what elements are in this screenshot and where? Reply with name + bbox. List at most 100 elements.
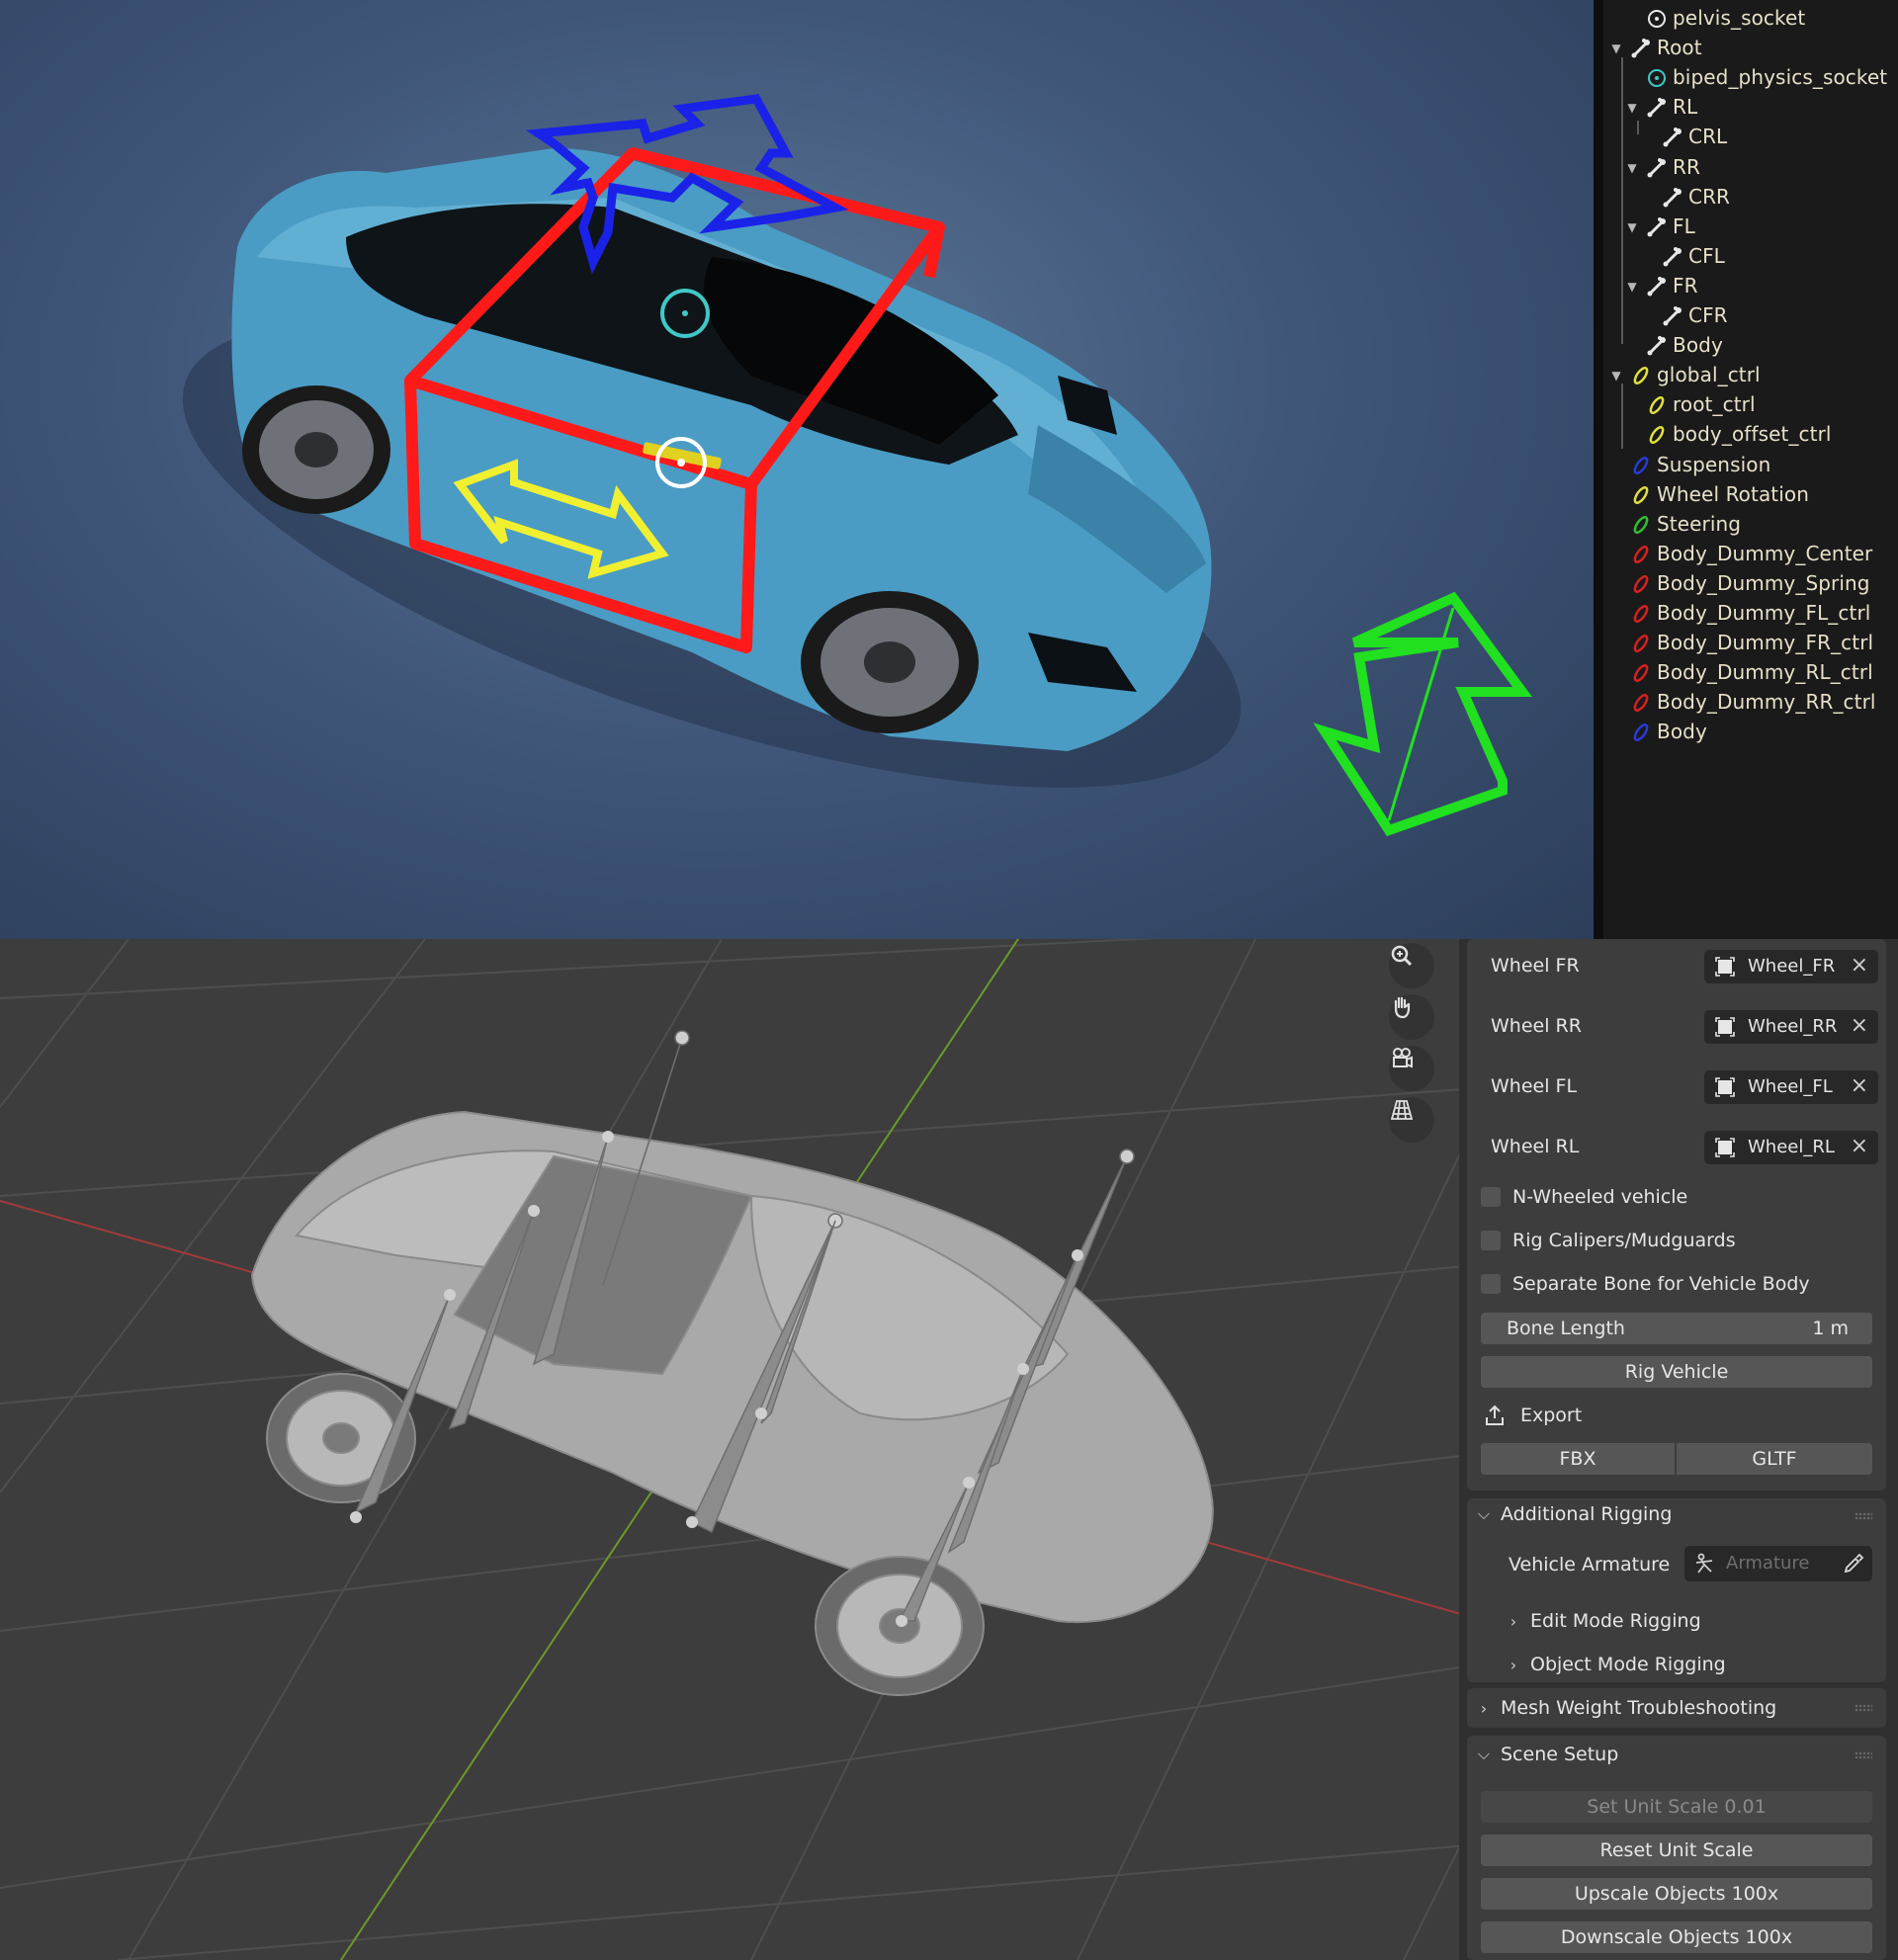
wheel-field-row: Wheel RL Wheel_RL × bbox=[1481, 1124, 1886, 1171]
clear-x-icon[interactable]: × bbox=[1851, 1073, 1868, 1098]
wheel-object-name: Wheel_FL bbox=[1748, 1076, 1833, 1097]
export-label: Export bbox=[1520, 1405, 1583, 1426]
mesh-weight-header[interactable]: › Mesh Weight Troubleshooting bbox=[1473, 1690, 1776, 1726]
outliner-item[interactable]: ▼ FR bbox=[1603, 272, 1898, 301]
wheel-object-picker[interactable]: Wheel_FL × bbox=[1704, 1070, 1878, 1104]
expand-arrow-icon[interactable]: ▼ bbox=[1609, 42, 1623, 55]
gltf-export-button[interactable]: GLTF bbox=[1677, 1443, 1872, 1475]
rig-calipers-toggle[interactable]: Rig Calipers/Mudguards bbox=[1481, 1226, 1736, 1255]
expand-arrow-icon[interactable]: ▼ bbox=[1625, 161, 1639, 175]
chevron-right-icon: › bbox=[1480, 1698, 1488, 1718]
bone-icon bbox=[1645, 156, 1669, 180]
control-shape-icon bbox=[1629, 661, 1653, 685]
object-icon bbox=[1715, 957, 1735, 977]
wheel-label: Wheel RL bbox=[1491, 1136, 1580, 1157]
checkbox[interactable] bbox=[1481, 1274, 1501, 1294]
outliner-item[interactable]: CRR bbox=[1603, 183, 1898, 213]
mesh-weight-title: Mesh Weight Troubleshooting bbox=[1501, 1697, 1777, 1719]
outliner-item[interactable]: pelvis_socket bbox=[1603, 4, 1898, 34]
fbx-export-button[interactable]: FBX bbox=[1481, 1443, 1675, 1475]
wheel-field-row: Wheel FR Wheel_FR × bbox=[1481, 943, 1886, 990]
outliner-item[interactable]: ▼ global_ctrl bbox=[1603, 361, 1898, 390]
outliner-item[interactable]: ▼ Root bbox=[1603, 34, 1898, 63]
control-shape-icon bbox=[1629, 602, 1653, 626]
wheel-label: Wheel FL bbox=[1491, 1075, 1578, 1097]
checkbox[interactable] bbox=[1481, 1231, 1501, 1250]
expand-arrow-icon[interactable]: ▼ bbox=[1609, 369, 1623, 383]
sidebar-panel: Wheel FR Wheel_FR × Wheel RR Wheel_RR × Wheel … bbox=[1459, 939, 1898, 1960]
clear-x-icon[interactable]: × bbox=[1851, 953, 1868, 978]
object-mode-rigging-header[interactable]: › Object Mode Rigging bbox=[1503, 1647, 1726, 1682]
hand-pan-icon[interactable] bbox=[1389, 994, 1434, 1040]
armature-picker[interactable]: Armature bbox=[1684, 1546, 1872, 1581]
clear-x-icon[interactable]: × bbox=[1851, 1134, 1868, 1158]
outliner-item[interactable]: CFL bbox=[1603, 242, 1898, 272]
outliner-item-label: CFR bbox=[1688, 303, 1728, 327]
bone-icon bbox=[1645, 96, 1669, 120]
drag-grip-icon[interactable] bbox=[1855, 1512, 1872, 1520]
outliner-item[interactable]: Body_Dummy_RR_ctrl bbox=[1603, 688, 1898, 718]
armature-placeholder: Armature bbox=[1726, 1553, 1810, 1574]
upscale-objects-button[interactable]: Upscale Objects 100x bbox=[1481, 1878, 1872, 1910]
outliner-item[interactable]: ▼ RL bbox=[1603, 93, 1898, 123]
outliner-item-label: Body_Dummy_RL_ctrl bbox=[1657, 660, 1873, 685]
additional-rigging-header[interactable]: ⌵ Additional Rigging bbox=[1473, 1496, 1672, 1532]
outliner-item[interactable]: biped_physics_socket bbox=[1603, 63, 1898, 93]
outliner-item[interactable]: Suspension bbox=[1603, 451, 1898, 480]
car-mesh bbox=[250, 1110, 1214, 1696]
control-shape-icon bbox=[1629, 543, 1653, 566]
grid-perspective-icon[interactable] bbox=[1389, 1097, 1434, 1143]
outliner-item-label: body_offset_ctrl bbox=[1673, 422, 1832, 447]
outliner-item[interactable]: Body bbox=[1603, 718, 1898, 747]
outliner-item[interactable]: Steering bbox=[1603, 510, 1898, 540]
outliner-item[interactable]: ▼ FL bbox=[1603, 213, 1898, 242]
control-shape-icon bbox=[1629, 483, 1653, 507]
drag-grip-icon[interactable] bbox=[1855, 1751, 1872, 1759]
wheel-object-picker[interactable]: Wheel_RL × bbox=[1704, 1131, 1878, 1164]
outliner-item-label: pelvis_socket bbox=[1673, 6, 1806, 30]
chevron-right-icon: › bbox=[1510, 1611, 1517, 1631]
outliner-item[interactable]: Wheel Rotation bbox=[1603, 480, 1898, 510]
checkbox[interactable] bbox=[1481, 1187, 1501, 1207]
outliner-item[interactable]: Body bbox=[1603, 331, 1898, 361]
expand-arrow-icon[interactable]: ▼ bbox=[1625, 280, 1639, 294]
zoom-icon[interactable] bbox=[1389, 943, 1434, 988]
eyedropper-icon[interactable] bbox=[1843, 1553, 1864, 1575]
rig-vehicle-button[interactable]: Rig Vehicle bbox=[1481, 1356, 1872, 1388]
clear-x-icon[interactable]: × bbox=[1851, 1013, 1868, 1038]
armature-icon bbox=[1695, 1553, 1713, 1574]
wheel-label: Wheel FR bbox=[1491, 955, 1580, 977]
n-wheeled-toggle[interactable]: N-Wheeled vehicle bbox=[1481, 1182, 1687, 1212]
downscale-objects-button[interactable]: Downscale Objects 100x bbox=[1481, 1921, 1872, 1953]
outliner-item[interactable]: Body_Dummy_Center bbox=[1603, 540, 1898, 569]
wheel-object-picker[interactable]: Wheel_RR × bbox=[1704, 1010, 1878, 1044]
outliner-item[interactable]: root_ctrl bbox=[1603, 390, 1898, 420]
expand-arrow-icon[interactable]: ▼ bbox=[1625, 220, 1639, 234]
edit-mode-rigging-header[interactable]: › Edit Mode Rigging bbox=[1503, 1603, 1701, 1639]
bone-length-field[interactable]: Bone Length 1 m bbox=[1481, 1313, 1872, 1344]
expand-arrow-icon[interactable]: ▼ bbox=[1625, 101, 1639, 115]
outliner-item[interactable]: CFR bbox=[1603, 301, 1898, 331]
outliner-item[interactable]: Body_Dummy_Spring bbox=[1603, 569, 1898, 599]
outliner-item-label: Root bbox=[1657, 36, 1702, 60]
control-shape-icon bbox=[1629, 454, 1653, 477]
reset-unit-scale-button[interactable]: Reset Unit Scale bbox=[1481, 1834, 1872, 1866]
engine-viewport[interactable] bbox=[0, 0, 1594, 939]
separate-bone-toggle[interactable]: Separate Bone for Vehicle Body bbox=[1481, 1269, 1810, 1299]
panel-divider bbox=[1594, 0, 1603, 939]
outliner-item[interactable]: Body_Dummy_RL_ctrl bbox=[1603, 658, 1898, 688]
drag-grip-icon[interactable] bbox=[1855, 1704, 1872, 1712]
camera-icon[interactable] bbox=[1389, 1046, 1434, 1091]
outliner-item[interactable]: body_offset_ctrl bbox=[1603, 420, 1898, 450]
set-unit-scale-button[interactable]: Set Unit Scale 0.01 bbox=[1481, 1791, 1872, 1823]
n-wheeled-label: N-Wheeled vehicle bbox=[1512, 1186, 1688, 1208]
outliner-item-label: Body_Dummy_FL_ctrl bbox=[1657, 601, 1871, 625]
wheel-object-name: Wheel_RR bbox=[1748, 1016, 1838, 1037]
wheel-object-picker[interactable]: Wheel_FR × bbox=[1704, 950, 1878, 983]
outliner-item[interactable]: Body_Dummy_FR_ctrl bbox=[1603, 629, 1898, 658]
outliner-item[interactable]: ▼ RR bbox=[1603, 153, 1898, 183]
outliner-item[interactable]: CRL bbox=[1603, 123, 1898, 152]
outliner-item[interactable]: Body_Dummy_FL_ctrl bbox=[1603, 599, 1898, 629]
socket-icon bbox=[1645, 7, 1669, 31]
scene-setup-header[interactable]: ⌵ Scene Setup bbox=[1473, 1737, 1618, 1772]
